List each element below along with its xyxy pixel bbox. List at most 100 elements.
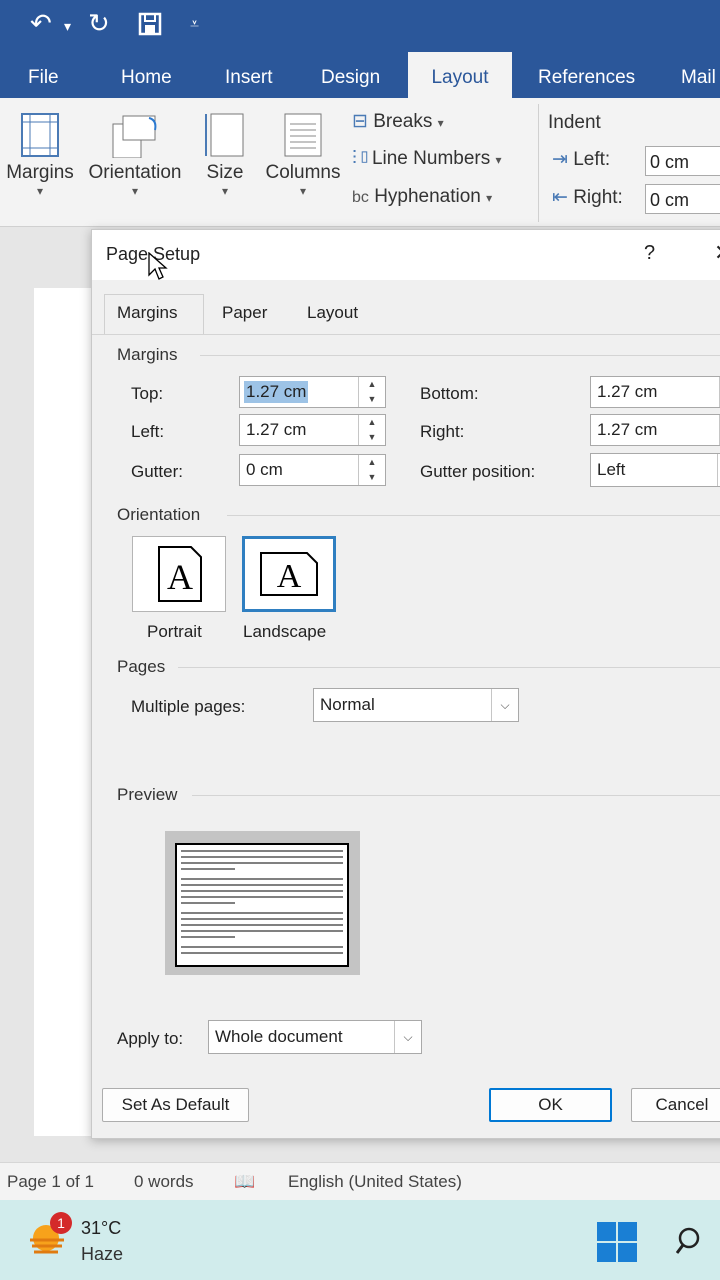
tab-references[interactable]: References <box>538 52 635 98</box>
proofing-icon[interactable]: 📖 <box>234 1172 255 1192</box>
page-count[interactable]: Page 1 of 1 <box>7 1172 94 1192</box>
landscape-icon: A <box>260 552 318 596</box>
chevron-down-icon: ▾ <box>437 116 444 130</box>
indent-right-input[interactable]: 0 cm <box>645 184 720 214</box>
undo-icon[interactable]: ↶ <box>30 8 52 39</box>
weather-condition: Haze <box>81 1244 124 1264</box>
columns-label: Columns <box>265 162 341 183</box>
chevron-down-icon[interactable]: ⌵ <box>394 1021 421 1053</box>
gutter-input[interactable]: 0 cm ▲ ▼ <box>239 454 386 486</box>
hyphenation-button[interactable]: bc Hyphenation ▾ <box>352 186 492 208</box>
help-button[interactable]: ? <box>644 242 655 265</box>
gutter-value: 0 cm <box>246 460 283 479</box>
multiple-pages-label: Multiple pages: <box>131 697 246 716</box>
dialog-title-bar[interactable]: Page Setup ? ✕ <box>92 230 720 280</box>
save-icon[interactable] <box>138 12 162 36</box>
search-icon[interactable] <box>676 1226 706 1256</box>
multiple-pages-select[interactable]: Normal ⌵ <box>313 688 519 722</box>
gutter-position-value: Left <box>597 460 626 479</box>
indent-left-label: Left: <box>573 149 611 170</box>
indent-group-label: Indent <box>548 112 601 133</box>
indent-left-icon: ⇥ <box>552 149 568 170</box>
chevron-down-icon: ▾ <box>299 184 307 198</box>
windows-start-icon[interactable] <box>597 1222 637 1262</box>
tab-file[interactable]: File <box>28 52 59 98</box>
spin-down-icon[interactable]: ▼ <box>359 430 385 445</box>
chevron-down-icon: ▾ <box>131 184 139 198</box>
bottom-margin-value: 1.27 cm <box>597 382 658 401</box>
columns-button[interactable]: Columns ▾ <box>260 98 346 198</box>
left-margin-input[interactable]: 1.27 cm ▲ ▼ <box>239 414 386 446</box>
landscape-label: Landscape <box>243 622 326 642</box>
right-margin-value: 1.27 cm <box>597 420 658 439</box>
spin-down-icon[interactable]: ▼ <box>359 392 385 407</box>
left-margin-spinner[interactable]: ▲ ▼ <box>358 415 385 445</box>
group-divider <box>227 515 720 516</box>
apply-to-select[interactable]: Whole document ⌵ <box>208 1020 422 1054</box>
redo-icon[interactable]: ↻ <box>88 8 110 39</box>
temperature: 31°C <box>81 1218 122 1238</box>
orientation-group-label: Orientation <box>117 505 201 524</box>
word-count[interactable]: 0 words <box>134 1172 194 1192</box>
dialog-tab-layout[interactable]: Layout <box>307 303 358 323</box>
ribbon-divider <box>538 104 539 222</box>
spin-down-icon[interactable]: ▼ <box>359 470 385 485</box>
top-margin-value: 1.27 cm <box>244 381 309 403</box>
size-icon <box>205 113 244 157</box>
dialog-tab-margins[interactable]: Margins <box>104 294 204 335</box>
spin-up-icon[interactable]: ▲ <box>359 377 385 392</box>
bottom-margin-input[interactable]: 1.27 cm ▲▼ <box>590 376 720 408</box>
landscape-option[interactable]: A <box>242 536 336 612</box>
cancel-button[interactable]: Cancel <box>631 1088 720 1122</box>
gutter-label: Gutter: <box>131 462 183 481</box>
top-margin-input[interactable]: 1.27 cm ▲ ▼ <box>239 376 386 408</box>
close-icon[interactable]: ✕ <box>714 240 720 266</box>
preview-frame <box>165 831 360 975</box>
apply-to-value: Whole document <box>215 1027 343 1046</box>
undo-dropdown-icon[interactable]: ▾ <box>64 18 71 35</box>
tab-mailings[interactable]: Mail <box>681 52 716 98</box>
spin-up-icon[interactable]: ▲ <box>359 415 385 430</box>
margins-group-label: Margins <box>117 345 178 364</box>
group-divider <box>178 667 720 668</box>
indent-right: ⇤ Right: <box>552 186 623 209</box>
line-numbers-button[interactable]: ⫶▯Line Numbers ▾ <box>352 148 502 170</box>
gutter-spinner[interactable]: ▲ ▼ <box>358 455 385 485</box>
margins-button[interactable]: Margins ▾ <box>4 98 76 198</box>
dialog-tab-paper[interactable]: Paper <box>222 303 267 323</box>
ok-button[interactable]: OK <box>489 1088 612 1122</box>
line-numbers-label: Line Numbers <box>371 148 491 169</box>
customize-qat-icon[interactable]: ⩡ <box>190 16 199 34</box>
tab-home[interactable]: Home <box>121 52 172 98</box>
indent-left-input[interactable]: 0 cm <box>645 146 720 176</box>
gutter-position-select[interactable]: Left ⌵ <box>590 453 720 487</box>
columns-icon <box>284 113 322 157</box>
indent-left: ⇥ Left: <box>552 148 610 171</box>
portrait-icon: A <box>158 546 202 602</box>
hyphenation-label: Hyphenation <box>374 186 481 207</box>
spin-up-icon[interactable]: ▲ <box>359 455 385 470</box>
set-as-default-button[interactable]: Set As Default <box>102 1088 249 1122</box>
group-divider <box>200 355 720 356</box>
language-indicator[interactable]: English (United States) <box>288 1172 462 1192</box>
gutter-position-label: Gutter position: <box>420 462 536 481</box>
top-margin-spinner[interactable]: ▲ ▼ <box>358 377 385 407</box>
chevron-down-icon[interactable]: ⌵ <box>491 689 518 721</box>
left-margin-value: 1.27 cm <box>246 420 307 439</box>
right-label: Right: <box>420 422 465 441</box>
status-bar: Page 1 of 1 0 words 📖 English (United St… <box>0 1162 720 1201</box>
orientation-button[interactable]: Orientation ▾ <box>84 98 186 198</box>
chevron-down-icon: ▾ <box>36 184 44 198</box>
breaks-label: Breaks <box>373 111 433 132</box>
margins-label: Margins <box>6 162 74 183</box>
bottom-label: Bottom: <box>420 384 479 403</box>
svg-text:A: A <box>277 558 302 595</box>
tab-design[interactable]: Design <box>321 52 380 98</box>
tab-insert[interactable]: Insert <box>225 52 273 98</box>
breaks-button[interactable]: ⊟ Breaks ▾ <box>352 110 444 133</box>
size-button[interactable]: Size ▾ <box>200 98 250 198</box>
right-margin-input[interactable]: 1.27 cm ▲▼ <box>590 414 720 446</box>
orientation-label: Orientation <box>88 162 182 183</box>
tab-layout[interactable]: Layout <box>408 52 512 98</box>
portrait-option[interactable]: A <box>132 536 226 612</box>
